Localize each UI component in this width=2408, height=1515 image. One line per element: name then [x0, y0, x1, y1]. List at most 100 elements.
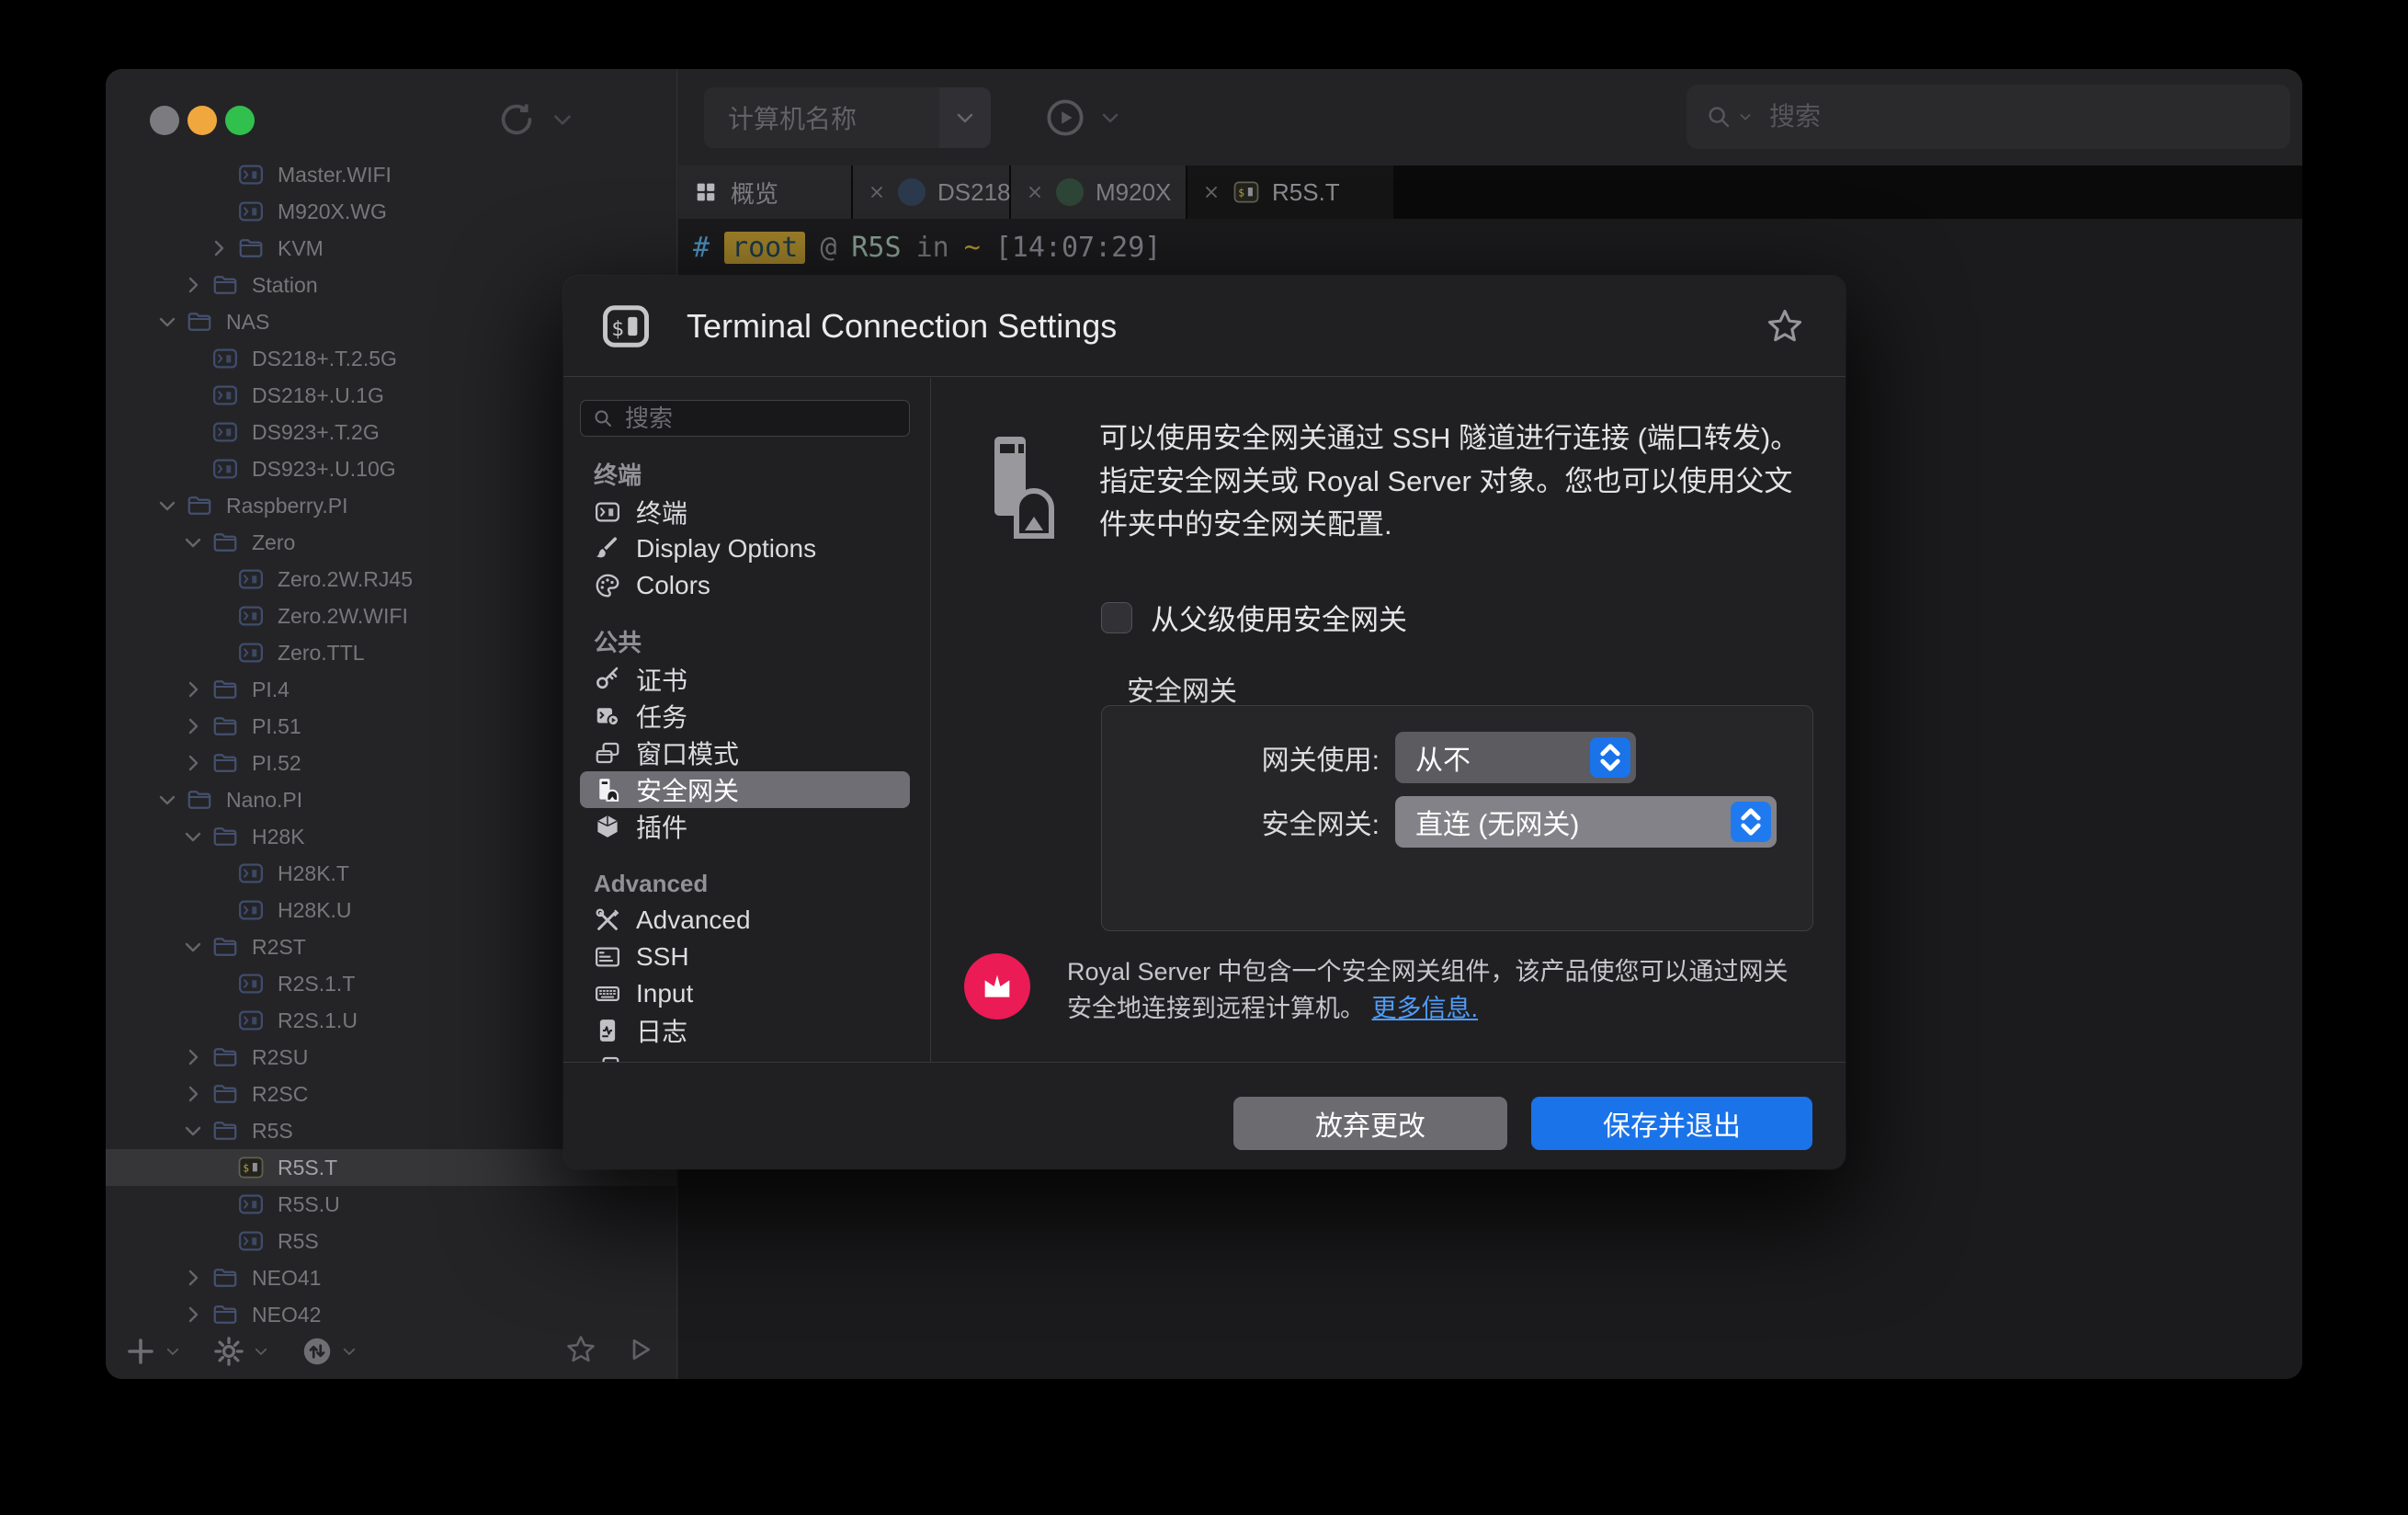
gateway-select-target[interactable]: 直连 (无网关) — [1395, 796, 1777, 848]
settings-item-clipped[interactable] — [580, 1049, 910, 1062]
connection-logo-icon — [1056, 178, 1084, 206]
folder-icon — [211, 271, 239, 299]
selected-option-value: 从不 — [1415, 737, 1471, 778]
tree-item-label: DS923+.U.10G — [252, 457, 396, 482]
dialog-body: 终端终端Display OptionsColors公共证书任务窗口模式安全网关插… — [563, 378, 1846, 1062]
folder-icon — [211, 712, 239, 740]
terminal-connection-icon — [237, 1154, 265, 1181]
terminal-connection-icon — [211, 382, 239, 409]
close-window-button[interactable] — [150, 106, 179, 135]
minimize-window-button[interactable] — [187, 106, 217, 135]
use-parent-gateway-row: 从父级使用安全网关 — [1101, 597, 1407, 638]
tree-item-label: R2S.1.T — [278, 972, 355, 997]
tab--[interactable]: 概览 — [678, 165, 853, 219]
discard-changes-button[interactable]: 放弃更改 — [1233, 1097, 1507, 1150]
chevron-down-icon — [156, 789, 178, 811]
refresh-icon — [495, 98, 538, 141]
tab-m920x[interactable]: M920X — [1011, 165, 1187, 219]
settings-item-label: 窗口模式 — [636, 735, 739, 771]
connect-button[interactable] — [1044, 97, 1121, 139]
terminal-connection-icon — [237, 1190, 265, 1218]
terminal-connection-icon — [237, 639, 265, 666]
use-parent-gateway-label: 从父级使用安全网关 — [1151, 597, 1407, 638]
tree-item-r5s[interactable]: R5S — [106, 1223, 676, 1259]
favorite-star-icon[interactable] — [1765, 306, 1805, 347]
search-input[interactable] — [1767, 101, 2209, 132]
transfer-icon — [301, 1335, 334, 1368]
selected-option-value: 直连 (无网关) — [1415, 802, 1579, 842]
select-stepper[interactable] — [1590, 737, 1630, 778]
settings-item-安全网关[interactable]: 安全网关 — [580, 771, 910, 808]
settings-item-证书[interactable]: 证书 — [580, 661, 910, 698]
settings-item-窗口模式[interactable]: 窗口模式 — [580, 735, 910, 771]
chevron-down-icon — [182, 936, 204, 958]
combobox-chevron[interactable] — [939, 87, 991, 148]
chevron-down-icon — [341, 1343, 358, 1360]
gear-button[interactable] — [212, 1335, 269, 1368]
close-tab-icon — [1202, 183, 1221, 201]
term-icon — [594, 498, 621, 526]
transfer-button[interactable] — [301, 1335, 358, 1368]
settings-item-ssh[interactable]: SSH — [580, 939, 910, 975]
settings-item-插件[interactable]: 插件 — [580, 808, 910, 845]
dialog-content: 可以使用安全网关通过 SSH 隧道进行连接 (端口转发)。指定安全网关或 Roy… — [932, 378, 1846, 1062]
play-button[interactable] — [623, 1333, 656, 1371]
settings-item-colors[interactable]: Colors — [580, 567, 910, 604]
tree-item-label: Zero — [252, 530, 295, 555]
folder-icon — [211, 1080, 239, 1108]
close-tab-icon — [1026, 183, 1044, 201]
settings-item-label: 任务 — [636, 698, 687, 735]
dialog-settings-sidebar: 终端终端Display OptionsColors公共证书任务窗口模式安全网关插… — [563, 378, 931, 1062]
settings-item-display-options[interactable]: Display Options — [580, 530, 910, 567]
chevron-right-icon — [182, 1046, 204, 1068]
terminal-connection-icon — [211, 455, 239, 483]
tree-item-label: R5S.T — [278, 1156, 337, 1180]
star-button[interactable] — [564, 1333, 597, 1371]
tree-item-r5s-u[interactable]: R5S.U — [106, 1186, 676, 1223]
refresh-button[interactable] — [495, 98, 574, 141]
zoom-window-button[interactable] — [225, 106, 255, 135]
tree-item-m920x-wg[interactable]: M920X.WG — [106, 193, 676, 230]
tree-item-neo41[interactable]: NEO41 — [106, 1259, 676, 1296]
settings-section-header: 公共 — [580, 624, 910, 661]
tree-item-label: R5S.U — [278, 1192, 340, 1217]
chevron-down-icon — [182, 1120, 204, 1142]
search-icon — [1705, 103, 1732, 131]
settings-item-任务[interactable]: 任务 — [580, 698, 910, 735]
tree-item-label: Station — [252, 273, 318, 298]
prompt-segment: in — [916, 232, 949, 264]
folder-icon — [211, 749, 239, 777]
tree-item-label: H28K — [252, 825, 305, 849]
tree-item-master-wifi[interactable]: Master.WIFI — [106, 156, 676, 193]
tree-item-neo42[interactable]: NEO42 — [106, 1296, 676, 1333]
settings-section: 公共证书任务窗口模式安全网关插件 — [580, 624, 910, 845]
terminal-connection-icon — [237, 970, 265, 997]
computer-name-combobox[interactable]: 计算机名称 — [704, 87, 991, 148]
settings-search-field[interactable] — [580, 400, 910, 437]
settings-item-日志[interactable]: 日志 — [580, 1012, 910, 1049]
star-icon — [564, 1333, 597, 1366]
save-and-exit-button[interactable]: 保存并退出 — [1531, 1097, 1812, 1150]
settings-item-终端[interactable]: 终端 — [580, 494, 910, 530]
select-stepper[interactable] — [1731, 802, 1771, 842]
chevron-right-icon — [182, 678, 204, 701]
tree-item-label: H28K.U — [278, 898, 352, 923]
secure-gateway-illustration-icon — [972, 433, 1068, 540]
up-down-chevrons-icon — [1731, 802, 1771, 842]
settings-sections: 终端终端Display OptionsColors公共证书任务窗口模式安全网关插… — [580, 457, 910, 1062]
settings-item-advanced[interactable]: Advanced — [580, 902, 910, 939]
more-info-link[interactable]: 更多信息. — [1372, 995, 1479, 1022]
tree-item-label: Zero.2W.WIFI — [278, 604, 408, 629]
gateway-setting-row: 网关使用:从不 — [1102, 732, 1636, 783]
use-parent-gateway-checkbox[interactable] — [1101, 602, 1132, 633]
settings-section-header: Advanced — [580, 865, 910, 902]
tree-item-kvm[interactable]: KVM — [106, 230, 676, 267]
settings-item-input[interactable]: Input — [580, 975, 910, 1012]
settings-search-input[interactable] — [623, 404, 880, 434]
plus-button[interactable] — [124, 1335, 181, 1368]
tab-r5s-t[interactable]: R5S.T — [1187, 165, 1395, 219]
global-search-field[interactable] — [1687, 85, 2290, 149]
terminal-connection-icon — [237, 1007, 265, 1034]
gateway-select-usage[interactable]: 从不 — [1395, 732, 1636, 783]
tab-ds218-[interactable]: DS218+ — [853, 165, 1011, 219]
